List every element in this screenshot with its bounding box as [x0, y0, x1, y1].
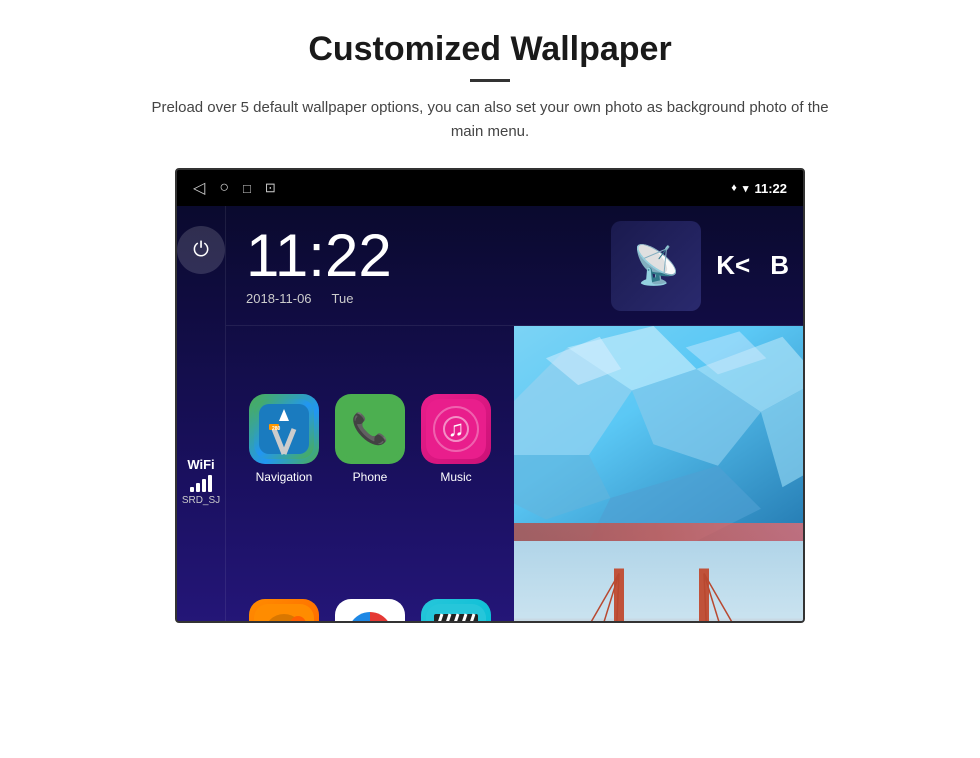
clock-date: 2018-11-06: [246, 291, 312, 306]
video-svg: [426, 604, 486, 624]
back-icon[interactable]: ◁: [193, 178, 205, 198]
wallpaper-ice[interactable]: [514, 326, 805, 541]
page-description: Preload over 5 default wallpaper options…: [150, 96, 830, 144]
location-icon: ♦: [731, 182, 737, 194]
music-icon: ♫: [421, 394, 491, 464]
time-widget-row: 11:22 2018-11-06 Tue 📡 K< B: [226, 206, 805, 326]
recent-icon[interactable]: □: [243, 181, 251, 196]
clock-time: 11:22: [246, 226, 601, 286]
svg-text:♫: ♫: [448, 416, 465, 441]
app-item-video[interactable]: Video: [413, 541, 499, 623]
app-item-navigation[interactable]: 280 Navigation: [241, 336, 327, 541]
wifi-info: WiFi SRD_SJ: [182, 457, 220, 506]
svg-text:📞: 📞: [351, 409, 389, 446]
status-time: 11:22: [754, 181, 787, 196]
center-right: 11:22 2018-11-06 Tue 📡 K< B: [226, 206, 805, 623]
btmusic-icon: ℬ ♫: [249, 599, 319, 624]
device-frame: ◁ ○ □ ⊡ ♦ ▾ 11:22 ⏻ WiFi: [175, 168, 805, 623]
right-wallpaper-panel: CarSetting: [514, 326, 805, 623]
page-container: Customized Wallpaper Preload over 5 defa…: [0, 0, 980, 758]
app-item-music[interactable]: ♫ Music: [413, 336, 499, 541]
left-sidebar: ⏻ WiFi SRD_SJ ⊞: [177, 206, 226, 623]
navigation-label: Navigation: [256, 470, 313, 484]
wifi-bar-2: [196, 483, 200, 492]
music-svg: ♫: [426, 399, 486, 459]
page-title: Customized Wallpaper: [308, 30, 671, 69]
navigation-svg: 280: [254, 399, 314, 459]
wifi-bars: [182, 475, 220, 492]
wallpaper-bridge[interactable]: CarSetting: [514, 541, 805, 623]
ki-icon: K<: [716, 250, 750, 281]
b-icon: B: [770, 250, 789, 281]
app-grid: 280 Navigation 📞: [226, 326, 514, 623]
phone-icon: 📞: [335, 394, 405, 464]
ice-wallpaper-svg: [514, 326, 805, 541]
app-item-phone[interactable]: 📞 Phone: [327, 336, 413, 541]
status-bar: ◁ ○ □ ⊡ ♦ ▾ 11:22: [177, 170, 803, 206]
time-date-block: 11:22 2018-11-06 Tue: [246, 226, 601, 306]
bridge-wallpaper-svg: [514, 541, 805, 623]
wallpaper-bar-accent: [514, 523, 805, 541]
screenshot-icon[interactable]: ⊡: [265, 180, 276, 196]
wifi-label: WiFi: [182, 457, 220, 472]
power-icon: ⏻: [193, 239, 209, 262]
music-label: Music: [440, 470, 471, 484]
status-bar-left: ◁ ○ □ ⊡: [193, 178, 276, 198]
radio-signal-icon: 📡: [633, 244, 680, 288]
title-divider: [470, 79, 510, 82]
radio-widget[interactable]: 📡: [611, 221, 701, 311]
wifi-ssid: SRD_SJ: [182, 495, 220, 506]
svg-text:280: 280: [272, 426, 281, 432]
clock-day: Tue: [332, 291, 354, 306]
clock-date-row: 2018-11-06 Tue: [246, 291, 601, 306]
status-bar-right: ♦ ▾ 11:22: [731, 181, 787, 196]
extra-icons: K< B: [716, 250, 789, 281]
app-item-btmusic[interactable]: ℬ ♫ BT Music: [241, 541, 327, 623]
app-item-chrome[interactable]: Chrome: [327, 541, 413, 623]
wifi-bar-1: [190, 487, 194, 492]
wifi-icon: ▾: [743, 182, 749, 195]
btmusic-svg: ℬ ♫: [254, 604, 314, 624]
main-content: ⏻ WiFi SRD_SJ ⊞: [177, 206, 803, 623]
power-button[interactable]: ⏻: [177, 226, 225, 274]
navigation-icon: 280: [249, 394, 319, 464]
app-grid-right: 280 Navigation 📞: [226, 326, 805, 623]
home-icon[interactable]: ○: [219, 179, 229, 197]
svg-text:♫: ♫: [294, 620, 302, 624]
wifi-bar-4: [208, 475, 212, 492]
wifi-bar-3: [202, 479, 206, 492]
chrome-icon: [335, 599, 405, 624]
phone-label: Phone: [353, 470, 388, 484]
video-icon: [421, 599, 491, 624]
phone-svg: 📞: [340, 399, 400, 459]
chrome-svg: [340, 604, 400, 624]
